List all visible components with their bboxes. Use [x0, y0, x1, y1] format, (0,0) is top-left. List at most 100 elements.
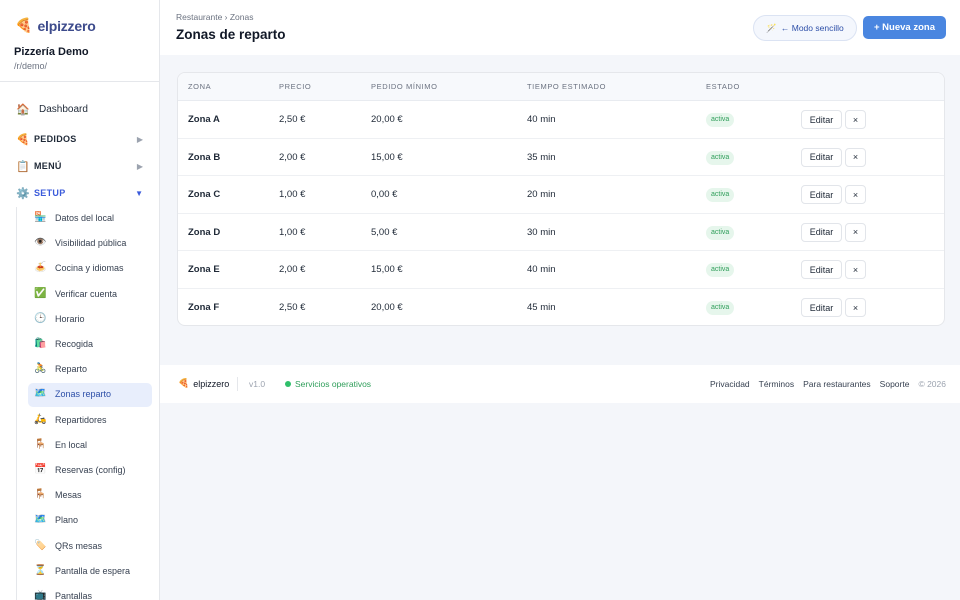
footer-link-soporte[interactable]: Soporte [880, 379, 910, 389]
menu-item-icon: 🗺️ [34, 388, 47, 400]
simple-mode-button[interactable]: 🪄 ← Modo sencillo [753, 15, 857, 41]
sidebar-subitem[interactable]: 🕒 Horario [28, 308, 152, 332]
sidebar-subitem[interactable]: 🏷️ QRs mesas [28, 535, 152, 559]
sidebar-item-pedidos[interactable]: 🍕 PEDIDOS ▶ [0, 130, 159, 148]
delete-zone-button[interactable]: × [845, 222, 866, 242]
sidebar-subitem[interactable]: 📺 Pantallas [28, 585, 152, 600]
edit-zone-button[interactable]: Editar [801, 185, 842, 205]
sidebar-subitem[interactable]: 🍝 Cocina y idiomas [28, 257, 152, 281]
delete-zone-button[interactable]: × [845, 147, 866, 167]
time-cell: 45 min [527, 302, 556, 313]
menu-item-icon: 👁️ [34, 237, 47, 249]
sidebar-subitem-label: Horario [55, 313, 85, 324]
brand-name: elpizzero [37, 17, 96, 34]
restaurant-slug[interactable]: /r/demo/ [0, 58, 159, 71]
footer-version: v1.0 [249, 379, 266, 389]
sidebar-subitem[interactable]: 🚴 Reparto [28, 358, 152, 382]
sidebar-item-label: SETUP [34, 188, 66, 198]
min-order-cell: 15,00 € [371, 264, 403, 276]
delete-zone-button[interactable]: × [845, 185, 866, 205]
time-cell: 40 min [527, 264, 556, 276]
pizza-icon: 🍕 [178, 378, 190, 388]
zone-name-cell: Zona E [188, 264, 220, 276]
time-cell: 35 min [527, 151, 556, 163]
sidebar-subitem-label: Pantalla de espera [55, 565, 131, 576]
footer-brand[interactable]: 🍕 elpizzero [178, 378, 229, 389]
menu-item-icon: 🏪 [34, 212, 47, 223]
status-badge: activa [706, 150, 735, 165]
min-order-cell: 0,00 € [371, 189, 398, 201]
sidebar-subitem-label: QRs mesas [55, 540, 103, 551]
sidebar-subitem-label: Reparto [55, 364, 88, 375]
footer-link-terminos[interactable]: Términos [759, 379, 794, 389]
edit-zone-button[interactable]: Editar [801, 222, 842, 242]
sidebar-subitem[interactable]: 🏪 Datos del local [28, 207, 152, 231]
sidebar-subitem[interactable]: 🪑 En local [28, 434, 152, 458]
status-badge: activa [706, 188, 735, 203]
footer-link-restaurantes[interactable]: Para restaurantes [803, 379, 871, 389]
sidebar-subitem[interactable]: 👁️ Visibilidad pública [28, 232, 152, 256]
sidebar-item-label: Dashboard [39, 103, 88, 115]
column-header-zona: ZONA [188, 82, 212, 91]
service-status[interactable]: Servicios operativos [285, 379, 371, 389]
sidebar-item-menu[interactable]: 📋 MENÚ ▶ [0, 157, 159, 175]
sidebar-subitem[interactable]: ⏳ Pantalla de espera [28, 560, 152, 584]
sidebar-subitem-label: Repartidores [55, 414, 107, 425]
table-row: Zona E 2,00 € 15,00 € 40 min activa Editar × [178, 251, 944, 289]
status-badge: activa [706, 263, 735, 278]
menu-item-icon: 🚴 [34, 363, 47, 375]
delete-zone-button[interactable]: × [845, 260, 866, 280]
edit-zone-button[interactable]: Editar [801, 110, 842, 129]
zone-name-cell: Zona D [188, 226, 221, 238]
edit-zone-button[interactable]: Editar [801, 298, 842, 317]
chevron-right-icon: ▶ [136, 161, 143, 171]
sidebar-subitem[interactable]: ✅ Verificar cuenta [28, 283, 152, 307]
breadcrumb[interactable]: Restaurante › Zonas [176, 12, 253, 22]
status-badge: activa [706, 301, 735, 315]
sidebar-subitem[interactable]: 🗺️ Zonas reparto [28, 383, 152, 408]
delete-zone-button[interactable]: × [845, 298, 866, 317]
price-cell: 2,00 € [279, 151, 306, 163]
menu-item-icon: 🏷️ [34, 539, 47, 551]
new-zone-button[interactable]: + Nueva zona [863, 16, 946, 39]
table-row: Zona D 1,00 € 5,00 € 30 min activa Editar × [178, 214, 944, 252]
table-row: Zona C 1,00 € 0,00 € 20 min activa Editar × [178, 176, 944, 214]
pizza-icon: 🍕 [15, 17, 33, 33]
sidebar-item-setup[interactable]: ⚙️ SETUP ▼ [0, 184, 159, 202]
table-row: Zona A 2,50 € 20,00 € 40 min activa Editar × [178, 101, 944, 139]
menu-item-icon: 🪑 [34, 438, 47, 450]
menu-item-icon: ✅ [34, 287, 47, 299]
price-cell: 2,50 € [279, 302, 306, 313]
sidebar-item-label: PEDIDOS [34, 134, 77, 144]
sidebar-subitem-label: En local [55, 439, 88, 450]
delete-zone-button[interactable]: × [845, 110, 866, 129]
sidebar-subitem[interactable]: 🗺️ Plano [28, 509, 152, 533]
status-badge: activa [706, 113, 735, 127]
menu-item-icon: 🛵 [34, 413, 47, 425]
edit-zone-button[interactable]: Editar [801, 147, 842, 167]
menu-item-icon: 🗺️ [34, 514, 47, 526]
sidebar-subitem[interactable]: 📅 Reservas (config) [28, 459, 152, 483]
zone-name-cell: Zona C [188, 189, 221, 201]
page-header: Restaurante › Zonas Zonas de reparto 🪄 ←… [160, 0, 960, 55]
price-cell: 1,00 € [279, 226, 306, 238]
min-order-cell: 5,00 € [371, 226, 398, 238]
zone-name-cell: Zona F [188, 302, 220, 313]
sidebar-item-label: MENÚ [34, 161, 62, 171]
footer-link-privacidad[interactable]: Privacidad [710, 379, 750, 389]
status-badge: activa [706, 225, 735, 240]
page-title: Zonas de reparto [176, 27, 286, 42]
price-cell: 1,00 € [279, 189, 306, 201]
sidebar-subitem[interactable]: 🛵 Repartidores [28, 409, 152, 433]
sidebar-divider [0, 81, 159, 82]
status-dot-icon [285, 381, 291, 387]
restaurant-name: Pizzería Demo [14, 46, 89, 58]
sidebar-subitem-label: Reservas (config) [55, 465, 126, 475]
brand-logo[interactable]: 🍕 elpizzero [0, 0, 159, 36]
sidebar-item-dashboard[interactable]: 🏠 Dashboard [0, 100, 159, 118]
edit-zone-button[interactable]: Editar [801, 260, 842, 280]
price-cell: 2,00 € [279, 264, 306, 276]
menu-item-icon: 🛍️ [34, 338, 47, 349]
sidebar-subitem[interactable]: 🛍️ Recogida [28, 333, 152, 357]
sidebar-subitem[interactable]: 🪑 Mesas [28, 484, 152, 508]
